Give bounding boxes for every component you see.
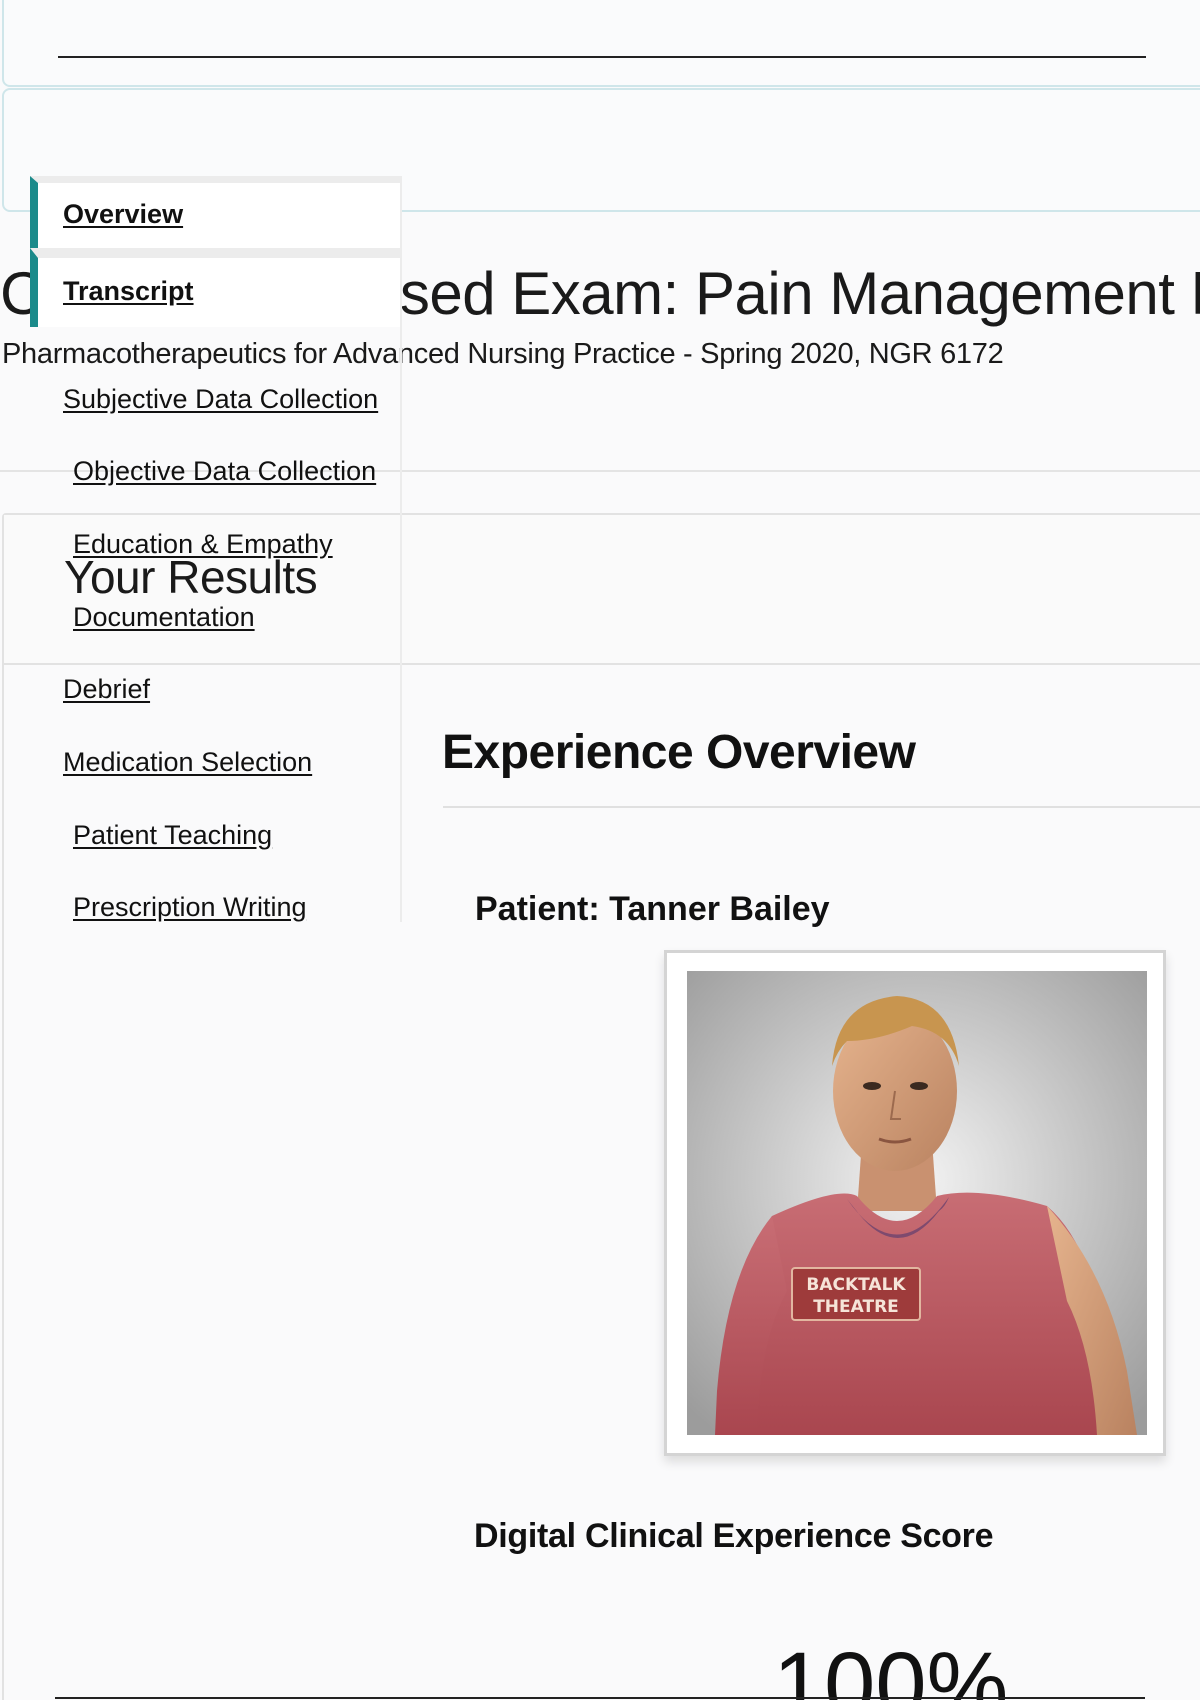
sidebar-item-education-empathy[interactable]: Education & Empathy bbox=[73, 527, 333, 561]
shirt-logo-line2: THEATRE bbox=[813, 1297, 899, 1317]
results-sidebar: Overview Transcript Subjective Data Coll… bbox=[30, 176, 402, 922]
sidebar-item-label[interactable]: Overview bbox=[63, 197, 183, 231]
sidebar-item-subjective-data-collection[interactable]: Subjective Data Collection bbox=[63, 382, 378, 416]
experience-overview-title: Experience Overview bbox=[442, 726, 916, 779]
sidebar-item-objective-data-collection[interactable]: Objective Data Collection bbox=[73, 454, 376, 488]
score-value: 100% bbox=[773, 1634, 1009, 1700]
sidebar-item-prescription-writing[interactable]: Prescription Writing bbox=[73, 890, 307, 924]
patient-photo: BACKTALK THEATRE bbox=[664, 950, 1166, 1456]
sidebar-item-debrief[interactable]: Debrief bbox=[63, 672, 150, 706]
sidebar-item-transcript[interactable]: Transcript bbox=[30, 248, 400, 327]
divider-line bbox=[58, 56, 1146, 58]
sidebar-item-documentation[interactable]: Documentation bbox=[73, 600, 255, 634]
patient-avatar-image: BACKTALK THEATRE bbox=[687, 971, 1147, 1435]
patient-name: Patient: Tanner Bailey bbox=[475, 890, 830, 928]
content-divider bbox=[443, 806, 1200, 808]
sidebar-item-medication-selection[interactable]: Medication Selection bbox=[63, 745, 312, 779]
score-title: Digital Clinical Experience Score bbox=[474, 1517, 994, 1555]
sidebar-item-patient-teaching[interactable]: Patient Teaching bbox=[73, 818, 272, 852]
bottom-divider bbox=[55, 1697, 1145, 1699]
page: Case 01 : Focused Exam: Pain Management … bbox=[0, 0, 1200, 1700]
sidebar-item-label[interactable]: Transcript bbox=[63, 274, 194, 308]
sidebar-item-overview[interactable]: Overview bbox=[30, 176, 400, 248]
shirt-logo-line1: BACKTALK bbox=[806, 1275, 906, 1295]
top-panel bbox=[2, 0, 1200, 87]
